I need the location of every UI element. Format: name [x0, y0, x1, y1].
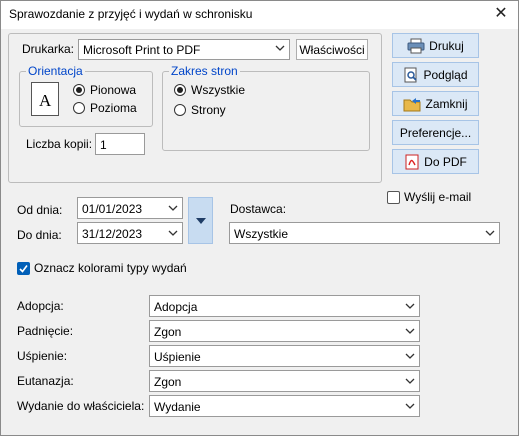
supplier-label: Dostawca: — [230, 202, 287, 216]
preview-button[interactable]: Podgląd — [392, 62, 479, 87]
printer-value: Microsoft Print to PDF — [83, 43, 201, 57]
mapping-label-owner-return: Wydanie do właściciela: — [17, 399, 145, 413]
preview-icon — [404, 67, 418, 82]
chevron-down-icon — [405, 403, 415, 409]
all-pages-radio[interactable] — [174, 84, 186, 96]
date-to-value: 31/12/2023 — [82, 227, 143, 241]
mapping-value: Wydanie — [154, 400, 201, 414]
mapping-label-sleep: Uśpienie: — [17, 349, 68, 363]
preferences-label: Preferencje... — [399, 125, 472, 140]
email-label: Wyślij e-mail — [404, 190, 472, 204]
orientation-legend: Orientacja — [26, 64, 85, 78]
print-label: Drukuj — [429, 38, 464, 53]
mapping-select-sleep[interactable]: Uśpienie — [149, 345, 420, 367]
copies-value: 1 — [100, 138, 107, 152]
page-range-legend: Zakres stron — [169, 64, 240, 78]
folder-close-icon — [403, 97, 421, 111]
chevron-down-icon — [485, 230, 495, 236]
close-button[interactable]: Zamknij — [392, 91, 479, 116]
close-icon[interactable]: ✕ — [488, 3, 514, 25]
mapping-value: Adopcja — [154, 300, 198, 314]
mapping-label-death: Padnięcie: — [17, 324, 74, 338]
mapping-label-euthanasia: Eutanazja: — [17, 374, 74, 388]
report-dialog: Sprawozdanie z przyjęć i wydań w schroni… — [0, 0, 519, 436]
printer-select[interactable]: Microsoft Print to PDF — [78, 39, 290, 60]
pdf-label: Do PDF — [424, 154, 467, 169]
date-preset-button[interactable] — [188, 197, 213, 244]
printer-icon — [407, 38, 425, 53]
window-title: Sprawozdanie z przyjęć i wydań w schroni… — [9, 7, 253, 21]
mapping-select-death[interactable]: Zgon — [149, 320, 420, 342]
landscape-radio[interactable] — [73, 102, 85, 114]
pages-label: Strony — [191, 103, 226, 117]
email-checkbox[interactable] — [387, 191, 400, 204]
mapping-select-owner-return[interactable]: Wydanie — [149, 395, 420, 417]
page-letter: A — [39, 91, 52, 110]
chevron-down-icon — [275, 45, 285, 51]
chevron-down-icon — [168, 205, 178, 211]
portrait-label: Pionowa — [90, 83, 137, 97]
chevron-down-icon — [168, 230, 178, 236]
mapping-select-adoption[interactable]: Adopcja — [149, 295, 420, 317]
all-pages-label: Wszystkie — [191, 83, 245, 97]
properties-label: Właściwości — [299, 42, 365, 57]
triangle-down-icon — [196, 218, 206, 224]
supplier-value: Wszystkie — [234, 227, 288, 241]
title-bar: Sprawozdanie z przyjęć i wydań w schroni… — [1, 1, 518, 29]
color-types-label: Oznacz kolorami typy wydań — [34, 261, 187, 275]
pdf-button[interactable]: Do PDF — [392, 149, 479, 174]
checkmark-icon — [19, 265, 28, 273]
pdf-icon — [405, 154, 419, 169]
close-label: Zamknij — [425, 96, 468, 111]
printer-label: Drukarka: — [22, 42, 75, 56]
pages-radio[interactable] — [174, 104, 186, 116]
color-types-checkbox[interactable] — [17, 262, 30, 275]
portrait-page-icon: A — [31, 82, 59, 116]
date-to-picker[interactable]: 31/12/2023 — [77, 222, 183, 244]
mapping-value: Uśpienie — [154, 350, 201, 364]
mapping-label-adoption: Adopcja: — [17, 299, 64, 313]
chevron-down-icon — [405, 303, 415, 309]
portrait-radio[interactable] — [73, 84, 85, 96]
preferences-button[interactable]: Preferencje... — [392, 120, 479, 145]
print-button[interactable]: Drukuj — [392, 33, 479, 58]
copies-label: Liczba kopii: — [26, 137, 93, 151]
preview-label: Podgląd — [423, 67, 468, 82]
supplier-select[interactable]: Wszystkie — [229, 222, 500, 244]
landscape-label: Pozioma — [90, 101, 137, 115]
chevron-down-icon — [405, 378, 415, 384]
chevron-down-icon — [405, 328, 415, 334]
copies-input[interactable]: 1 — [95, 133, 145, 155]
date-from-picker[interactable]: 01/01/2023 — [77, 197, 183, 219]
properties-button[interactable]: Właściwości — [296, 39, 368, 60]
date-from-label: Od dnia: — [17, 203, 63, 217]
date-from-value: 01/01/2023 — [82, 202, 143, 216]
date-to-label: Do dnia: — [17, 228, 62, 242]
mapping-value: Zgon — [154, 325, 182, 339]
mapping-select-euthanasia[interactable]: Zgon — [149, 370, 420, 392]
chevron-down-icon — [405, 353, 415, 359]
mapping-value: Zgon — [154, 375, 182, 389]
